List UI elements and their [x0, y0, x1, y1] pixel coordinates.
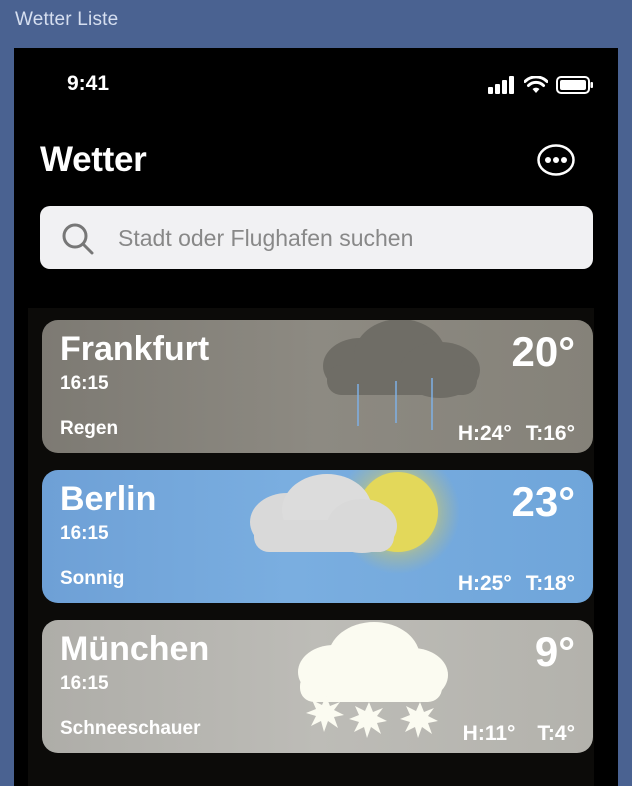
more-icon	[537, 144, 575, 176]
low-temp: T:4°	[537, 722, 575, 745]
low-temp: T:18°	[525, 572, 575, 595]
status-icons	[488, 76, 594, 94]
city-time: 16:15	[60, 523, 109, 544]
battery-icon	[556, 76, 593, 94]
city-name: Frankfurt	[60, 330, 210, 368]
search-input[interactable]	[116, 206, 570, 271]
city-card-berlin[interactable]: Berlin 16:15 Sonnig 23° H:25° T:18°	[42, 470, 593, 603]
high-low: H:25° T:18°	[458, 572, 575, 596]
wifi-icon	[524, 76, 548, 93]
city-temperature: 20°	[511, 328, 575, 375]
city-card-frankfurt[interactable]: Frankfurt 16:15 Regen 20° H:24° T:16°	[42, 320, 593, 453]
page-title: Wetter	[40, 140, 147, 179]
more-options-button[interactable]	[537, 144, 575, 176]
search-bar[interactable]	[40, 206, 593, 271]
city-condition: Sonnig	[60, 568, 125, 589]
city-card-muenchen[interactable]: München 16:15 Schneeschauer 9° H:11° T:4°	[42, 620, 593, 753]
high-low: H:24° T:16°	[458, 422, 575, 446]
high-temp: H:24°	[457, 422, 512, 445]
search-icon	[62, 223, 94, 255]
city-time: 16:15	[60, 673, 109, 694]
window-title: Wetter Liste	[15, 9, 119, 30]
high-low: H:11° T:4°	[463, 722, 575, 746]
city-name: Berlin	[60, 480, 157, 518]
high-temp: H:25°	[457, 572, 512, 595]
city-time: 16:15	[60, 373, 109, 394]
low-temp: T:16°	[525, 422, 575, 445]
city-temperature: 23°	[511, 478, 575, 525]
phone-screen: 9:41 Wetter Stadt oder Flughafen suchen …	[14, 48, 618, 786]
city-condition: Regen	[60, 418, 119, 439]
signal-icon	[488, 76, 514, 94]
city-temperature: 9°	[534, 628, 575, 675]
high-temp: H:11°	[462, 722, 516, 745]
city-name: München	[60, 630, 210, 668]
city-condition: Schneeschauer	[60, 718, 201, 739]
status-time: 9:41	[67, 72, 110, 95]
